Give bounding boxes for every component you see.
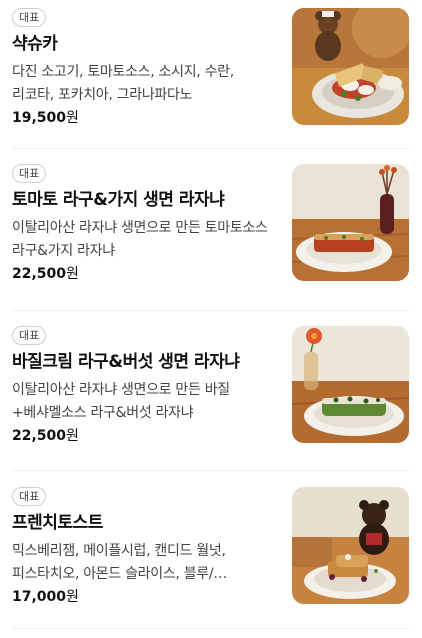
menu-item-photo	[292, 487, 409, 604]
menu-item-french-toast[interactable]: 대표 프렌치토스트 믹스베리잼, 메이플시럽, 캔디드 월넛, 피스타치오, 아…	[12, 487, 410, 609]
price-currency: 원	[66, 428, 79, 444]
menu-item-name: 토마토 라구&가지 생면 라자냐	[12, 190, 225, 210]
menu-item-photo	[292, 326, 409, 443]
price-currency: 원	[66, 110, 79, 126]
item-divider	[12, 148, 410, 149]
menu-item-price: 22,500원	[12, 265, 79, 283]
price-currency: 원	[66, 589, 79, 605]
menu-item-tomato-lasagna[interactable]: 대표 토마토 라구&가지 생면 라자냐 이탈리아산 라자냐 생면으로 만든 토마…	[12, 164, 410, 286]
item-divider	[12, 310, 410, 311]
item-divider	[12, 470, 410, 471]
menu-item-description: 다진 소고기, 토마토소스, 소시지, 수란, 리코타, 포카치아, 그라나파다…	[12, 64, 234, 103]
menu-item-description: 이탈리아산 라자냐 생면으로 만든 토마토소스 라구&가지 라자냐	[12, 220, 268, 259]
menu-item-shakshuka[interactable]: 대표 샥슈카 다진 소고기, 토마토소스, 소시지, 수란, 리코타, 포카치아…	[12, 8, 410, 130]
menu-item-name: 바질크림 라구&버섯 생면 라자냐	[12, 352, 240, 372]
menu-item-name: 프렌치토스트	[12, 513, 103, 533]
price-value: 22,500	[12, 428, 67, 444]
price-value: 22,500	[12, 266, 67, 282]
menu-item-description: 이탈리아산 라자냐 생면으로 만든 바질+베샤멜소스 라구&버섯 라자냐	[12, 382, 230, 421]
menu-item-price: 22,500원	[12, 427, 79, 445]
price-value: 19,500	[12, 110, 67, 126]
menu-item-name: 샥슈카	[12, 34, 58, 54]
item-divider	[12, 628, 410, 629]
menu-item-price: 19,500원	[12, 109, 79, 127]
menu-item-basil-lasagna[interactable]: 대표 바질크림 라구&버섯 생면 라자냐 이탈리아산 라자냐 생면으로 만든 바…	[12, 326, 410, 448]
signature-badge: 대표	[12, 326, 47, 345]
price-value: 17,000	[12, 589, 67, 605]
signature-badge: 대표	[12, 164, 47, 183]
menu-item-description: 믹스베리잼, 메이플시럽, 캔디드 월넛, 피스타치오, 아몬드 슬라이스, 블…	[12, 543, 227, 582]
price-currency: 원	[66, 266, 79, 282]
signature-badge: 대표	[12, 487, 47, 506]
menu-item-photo	[292, 8, 409, 125]
menu-item-photo	[292, 164, 409, 281]
menu-item-price: 17,000원	[12, 588, 79, 606]
signature-badge: 대표	[12, 8, 47, 27]
